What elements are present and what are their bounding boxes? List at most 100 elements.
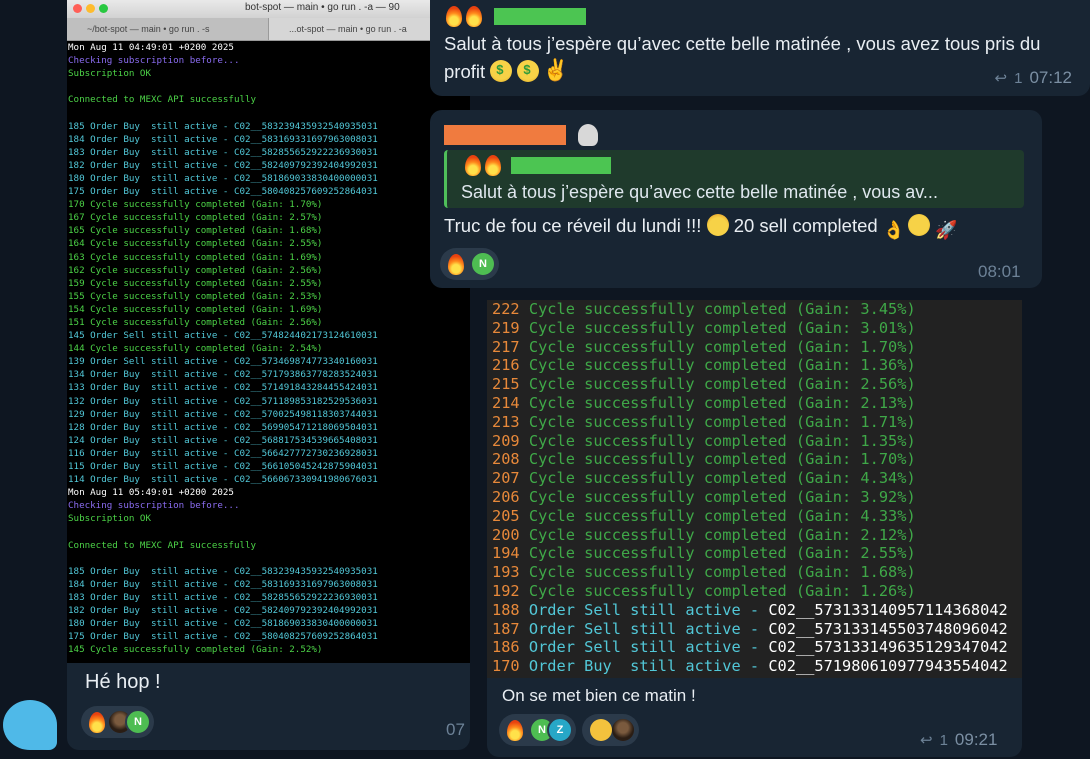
- quote-author: [465, 155, 611, 176]
- terminal-line: 187 Order Sell still active - C02__57313…: [487, 620, 1022, 639]
- reactor-avatar-n: N: [470, 251, 496, 277]
- fire-icon: [448, 253, 464, 275]
- fire-icon: [466, 6, 482, 27]
- reaction-fire[interactable]: N Z: [499, 714, 576, 746]
- terminal-line: 145 Order Sell still active - C02__57482…: [68, 330, 378, 342]
- author-badge-icon: [578, 124, 598, 146]
- message-salut[interactable]: Salut à tous j’espère qu’avec cette bell…: [430, 0, 1090, 96]
- reply-quote[interactable]: Salut à tous j’espère qu’avec cette bell…: [444, 150, 1024, 208]
- terminal-line: 170 Order Buy still active - C02__571980…: [487, 657, 1022, 676]
- reactions-truc[interactable]: N: [440, 248, 499, 280]
- cycle-status-text: Cycle successfully completed (Gain: 1.26…: [528, 581, 916, 600]
- cycle-status-text: Cycle successfully completed (Gain: 2.12…: [528, 525, 916, 544]
- terminal-line: 155 Cycle successfully completed (Gain: …: [68, 290, 323, 302]
- terminal-line: 129 Order Buy still active - C02__570025…: [68, 408, 378, 420]
- terminal-line: 200 Cycle successfully completed (Gain: …: [487, 526, 1022, 545]
- message-time: 07:12: [1029, 68, 1072, 87]
- terminal-line: Checking subscription before...: [68, 500, 240, 512]
- line-number: 206: [492, 487, 520, 506]
- terminal-line: 116 Order Buy still active - C02__566427…: [68, 447, 378, 459]
- reply-arrow-icon[interactable]: ↩: [995, 69, 1008, 87]
- cycle-status-text: Cycle successfully completed (Gain: 1.68…: [528, 563, 916, 582]
- line-number: 187: [492, 619, 520, 638]
- terminal-window-title: bot-spot — main • go run . -a — 90: [245, 2, 400, 13]
- message-text-body: Truc de fou ce réveil du lundi !!!: [444, 215, 702, 236]
- line-number: 216: [492, 356, 520, 375]
- line-number: 214: [492, 393, 520, 412]
- terminal-line: 175 Order Buy still active - C02__580408…: [68, 631, 378, 643]
- terminal-screenshot-left[interactable]: bot-spot — main • go run . -a — 90 ~/bot…: [67, 0, 470, 663]
- smiling-face-with-sunglasses-icon: [590, 719, 612, 741]
- line-number: 208: [492, 450, 520, 469]
- terminal-line: 219 Cycle successfully completed (Gain: …: [487, 319, 1022, 338]
- quote-author-name-redacted: [511, 157, 611, 174]
- terminal-line: 170 Cycle successfully completed (Gain: …: [68, 199, 323, 211]
- order-id: C02__573133140957114368042: [768, 600, 1008, 619]
- reply-count: 1: [1014, 69, 1023, 87]
- author-name-redacted: [494, 8, 586, 25]
- line-number: 219: [492, 318, 520, 337]
- reactor-avatar: [610, 717, 636, 743]
- reactions-he-hop[interactable]: N: [81, 706, 154, 738]
- reaction-fire[interactable]: N: [440, 248, 499, 280]
- fire-icon: [446, 6, 462, 27]
- reply-arrow-icon[interactable]: ↩: [920, 731, 933, 749]
- fire-icon: [485, 155, 501, 176]
- terminal-line: 209 Cycle successfully completed (Gain: …: [487, 432, 1022, 451]
- maximize-icon: [99, 4, 108, 13]
- terminal-screenshot-right[interactable]: 222 Cycle successfully completed (Gain: …: [487, 300, 1022, 678]
- line-number: 188: [492, 600, 520, 619]
- cycle-status-text: Cycle successfully completed (Gain: 3.45…: [528, 300, 916, 318]
- terminal-line: 164 Cycle successfully completed (Gain: …: [68, 238, 323, 250]
- cycle-status-text: Cycle successfully completed (Gain: 2.56…: [528, 375, 916, 394]
- rocket-icon: [935, 216, 957, 238]
- victory-hand-icon: [543, 57, 569, 85]
- close-icon: [73, 4, 82, 13]
- message-meta: ↩ 1 07:12: [995, 68, 1072, 88]
- reaction-sunglasses[interactable]: [582, 714, 639, 746]
- terminal-line: 132 Order Buy still active - C02__571189…: [68, 395, 378, 407]
- terminal-line: 114 Order Buy still active - C02__566067…: [68, 474, 378, 486]
- reaction-fire[interactable]: N: [81, 706, 154, 738]
- message-time: 09:21: [954, 730, 998, 749]
- line-number: 213: [492, 412, 520, 431]
- line-number: 217: [492, 337, 520, 356]
- message-author: [444, 124, 598, 146]
- terminal-line: Subscription OK: [68, 68, 151, 80]
- terminal-tab-bar: ~/bot-spot — main • go run . -s ...ot-sp…: [67, 18, 470, 41]
- order-status-text: Order Sell still active -: [528, 600, 769, 619]
- terminal-line: 167 Cycle successfully completed (Gain: …: [68, 212, 323, 224]
- terminal-line: 128 Order Buy still active - C02__569905…: [68, 421, 378, 433]
- terminal-line: 188 Order Sell still active - C02__57313…: [487, 601, 1022, 620]
- terminal-line: 207 Cycle successfully completed (Gain: …: [487, 469, 1022, 488]
- terminal-line: 165 Cycle successfully completed (Gain: …: [68, 225, 323, 237]
- reactor-avatar-n: N: [125, 709, 151, 735]
- terminal-line: 222 Cycle successfully completed (Gain: …: [487, 300, 1022, 319]
- terminal-line: 205 Cycle successfully completed (Gain: …: [487, 507, 1022, 526]
- terminal-line: Checking subscription before...: [68, 55, 240, 67]
- terminal-line: 193 Cycle successfully completed (Gain: …: [487, 563, 1022, 582]
- terminal-line: 184 Order Buy still active - C02__583169…: [68, 133, 378, 145]
- message-text-truc: Truc de fou ce réveil du lundi !!! 20 se…: [444, 212, 957, 240]
- terminal-line: 186 Order Sell still active - C02__57313…: [487, 638, 1022, 657]
- line-number: 200: [492, 525, 520, 544]
- line-number: 194: [492, 544, 520, 563]
- message-text: Salut à tous j’espère qu’avec cette bell…: [444, 30, 1084, 86]
- message-time-he-hop: 07: [446, 720, 465, 739]
- line-number: 207: [492, 469, 520, 488]
- line-number: 192: [492, 581, 520, 600]
- line-number: 205: [492, 506, 520, 525]
- sender-avatar[interactable]: [3, 700, 57, 750]
- cycle-status-text: Cycle successfully completed (Gain: 1.70…: [528, 337, 916, 356]
- reactions-on-se-met[interactable]: N Z: [499, 714, 639, 746]
- partying-face-icon: [907, 214, 930, 236]
- terminal-line: 208 Cycle successfully completed (Gain: …: [487, 450, 1022, 469]
- terminal-line: 115 Order Buy still active - C02__566105…: [68, 461, 378, 472]
- reactor-avatar-z: Z: [547, 717, 573, 743]
- terminal-line: Mon Aug 11 04:49:01 +0200 2025: [68, 42, 234, 53]
- terminal-line: Mon Aug 11 05:49:01 +0200 2025: [68, 487, 234, 499]
- cycle-status-text: Cycle successfully completed (Gain: 1.35…: [528, 431, 916, 450]
